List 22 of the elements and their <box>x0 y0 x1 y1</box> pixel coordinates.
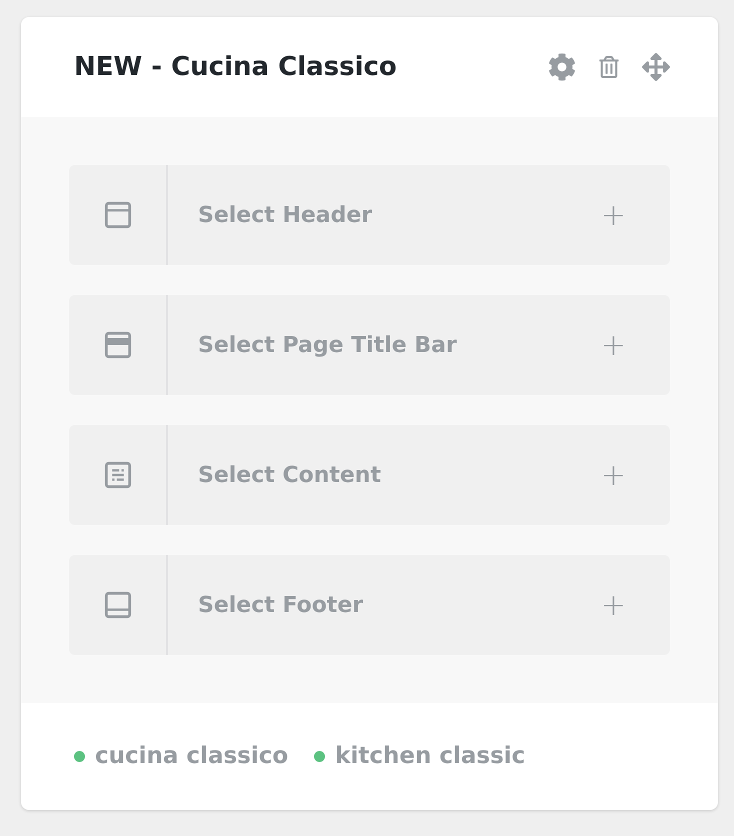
section-selector[interactable]: Select Header + <box>69 165 670 265</box>
section-label: Select Page Title Bar <box>197 332 458 360</box>
tag-label: kitchen classic <box>335 742 526 772</box>
section-label: Select Footer <box>197 592 364 620</box>
section-selector[interactable]: Select Page Title Bar + <box>69 295 670 395</box>
tag-label: cucina classico <box>95 742 288 772</box>
section-selector[interactable]: Select Content + <box>69 425 670 525</box>
header-layout-icon <box>104 201 132 229</box>
trash-icon[interactable] <box>598 56 620 78</box>
add-button[interactable]: + <box>600 582 626 628</box>
section-label: Select Content <box>197 462 382 490</box>
settings-icon[interactable] <box>548 53 576 81</box>
footer-layout-icon <box>104 591 132 619</box>
content-layout-icon <box>104 461 132 489</box>
section-selector[interactable]: Select Footer + <box>69 555 670 655</box>
move-icon[interactable] <box>642 53 670 81</box>
card-title: NEW - Cucina Classico <box>74 50 397 84</box>
section-label: Select Header <box>197 202 374 230</box>
add-button[interactable]: + <box>600 192 626 238</box>
add-button[interactable]: + <box>600 322 626 368</box>
title-bar-layout-icon <box>104 331 132 359</box>
add-button[interactable]: + <box>600 452 626 498</box>
